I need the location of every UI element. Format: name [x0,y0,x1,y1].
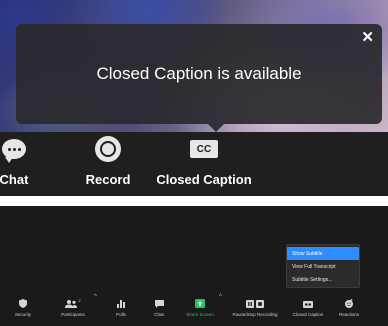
record-button[interactable]: Record [78,132,138,196]
participants-caret-icon[interactable]: ^ [94,294,97,300]
menu-item-show-subtitle[interactable]: Show Subtitle [287,247,359,260]
cc-icon-text: CC [190,140,218,158]
reactions-icon [345,290,353,308]
pause-stop-recording-button[interactable]: Pause/Stop Recording [228,290,282,326]
security-label: Security [14,312,32,317]
chat-label: Chat [0,172,29,187]
record-icon [95,132,121,166]
share-screen-label: Share Screen [186,312,214,317]
share-screen-icon [195,290,205,308]
meeting-toolbar-small: Security 2 Participants ^ Polls Chat Sha… [0,290,388,326]
closed-caption-icon: CC [190,132,218,166]
participants-icon: 2 [65,290,81,308]
chat-button-small[interactable]: Chat [148,290,170,326]
notification-message: Closed Caption is available [96,64,302,83]
closed-caption-button-small[interactable]: Closed Caption [288,290,328,326]
closed-caption-label-small: Closed Caption [292,312,324,317]
chat-icon [154,290,164,308]
closed-caption-menu: Show Subtitle View Full Transcript Subti… [286,244,360,288]
pause-stop-icon [246,290,264,308]
menu-item-view-full-transcript[interactable]: View Full Transcript [287,260,359,273]
share-screen-caret-icon[interactable]: ^ [219,294,222,300]
participants-count: 2 [78,298,81,303]
reactions-label: Reactions [338,312,359,317]
top-screenshot-panel: Closed Caption is available ✕ Chat Recor… [0,0,388,196]
chat-label-small: Chat [154,312,164,317]
shield-icon [19,290,27,308]
closed-caption-button[interactable]: CC Closed Caption [152,132,256,196]
closed-caption-notification: Closed Caption is available ✕ [16,24,382,132]
polls-icon [117,290,125,308]
pause-stop-recording-label: Pause/Stop Recording [232,312,278,317]
menu-item-subtitle-settings[interactable]: Subtitle Settings... [287,273,359,286]
participants-label: Participants [61,312,85,317]
closed-caption-label: Closed Caption [156,172,252,187]
chat-button[interactable]: Chat [0,132,34,196]
chat-icon [2,132,26,166]
share-screen-button[interactable]: Share Screen [182,290,218,326]
security-button[interactable]: Security [10,290,36,326]
bottom-screenshot-panel: Show Subtitle View Full Transcript Subti… [0,206,388,326]
record-label: Record [85,172,131,187]
polls-button[interactable]: Polls [110,290,132,326]
polls-label: Polls [116,312,126,317]
close-icon[interactable]: ✕ [361,28,374,46]
participants-button[interactable]: 2 Participants [56,290,90,326]
closed-caption-icon [303,290,313,308]
meeting-toolbar-large: Chat Record CC Closed Caption [0,132,388,196]
reactions-button[interactable]: Reactions [336,290,362,326]
